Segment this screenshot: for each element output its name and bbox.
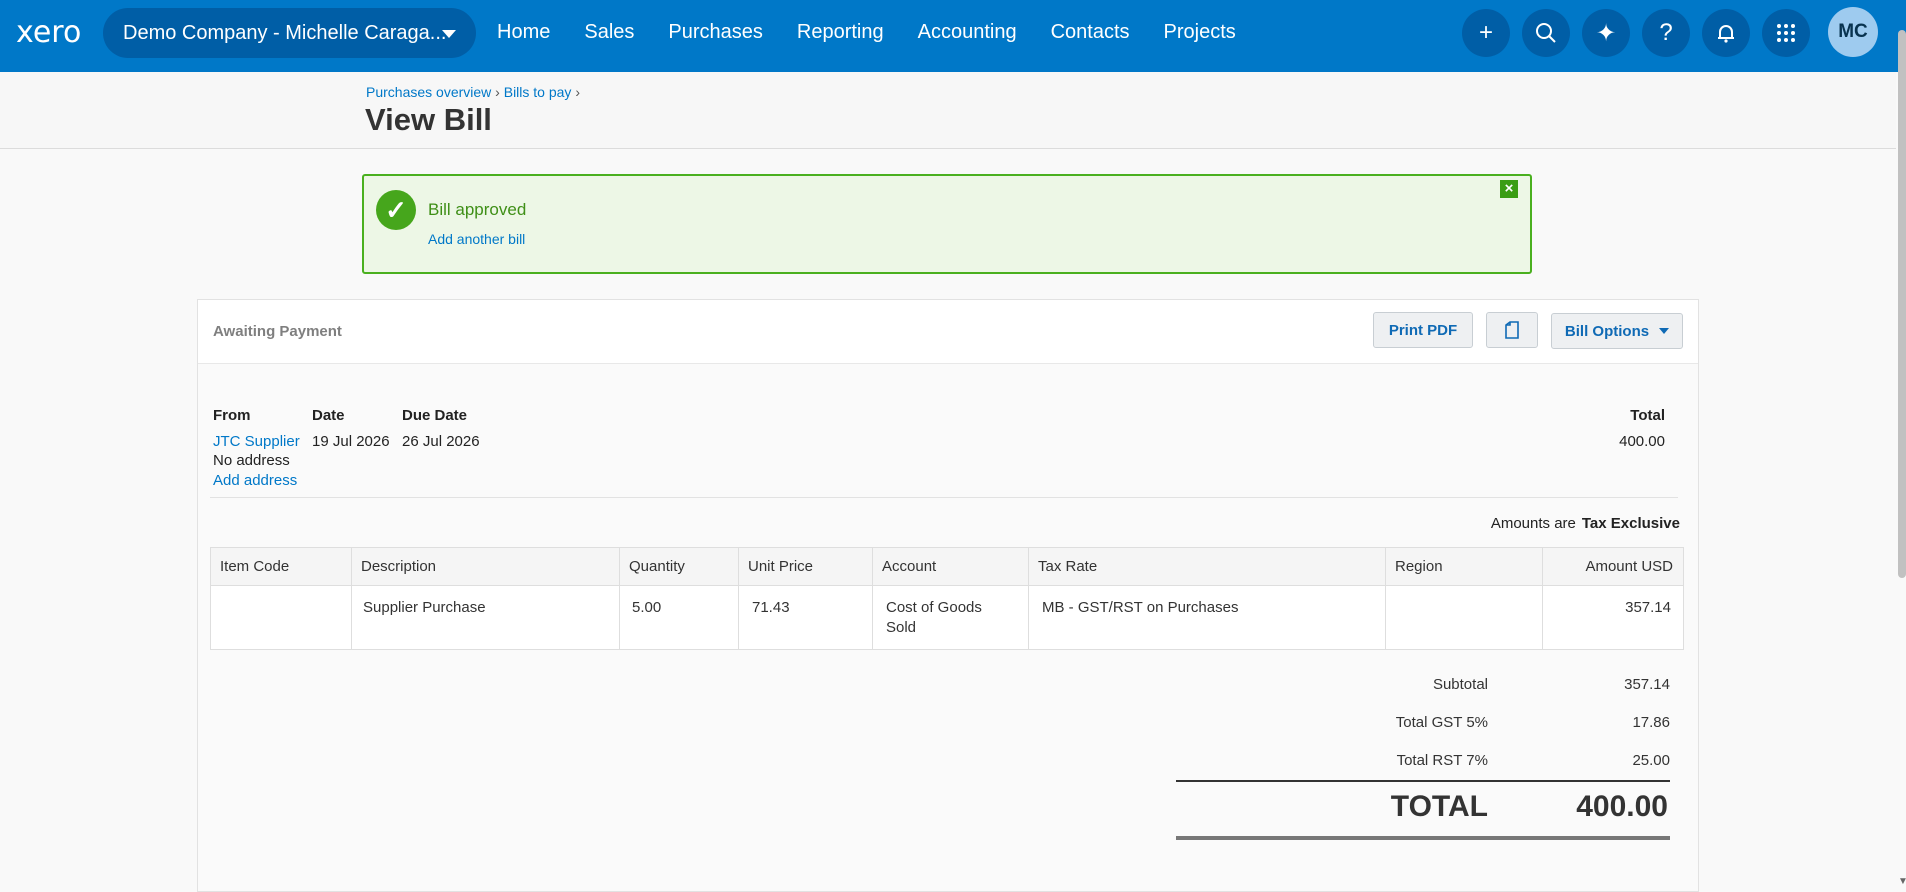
search-icon[interactable] <box>1522 9 1570 57</box>
header-quantity: Quantity <box>629 558 685 575</box>
grand-total-label: TOTAL <box>1390 790 1488 823</box>
rst-label: Total RST 7% <box>1396 752 1488 769</box>
xero-logo[interactable]: xero <box>16 16 81 50</box>
nav-home[interactable]: Home <box>480 0 567 64</box>
status-label: Awaiting Payment <box>213 323 342 340</box>
row-description[interactable]: Supplier Purchase <box>363 598 486 618</box>
bill-options-button[interactable]: Bill Options <box>1551 313 1683 349</box>
page-title: View Bill <box>365 102 492 137</box>
header-description: Description <box>361 558 437 575</box>
chevron-down-icon <box>1659 328 1670 334</box>
amounts-are-label: Amounts are <box>1490 515 1576 532</box>
row-account-line2[interactable]: Sold <box>886 618 916 638</box>
rst-value: 25.00 <box>1632 752 1670 769</box>
nav-contacts[interactable]: Contacts <box>1034 0 1147 64</box>
page-header: Purchases overview › Bills to pay › View… <box>0 72 1896 149</box>
help-icon[interactable]: ? <box>1642 9 1690 57</box>
subtotal-label: Subtotal <box>1432 676 1488 693</box>
sparkle-icon[interactable]: ✦ <box>1582 9 1630 57</box>
subtotal-value: 357.14 <box>1624 676 1670 693</box>
grand-total-underline <box>1176 836 1670 840</box>
bill-total: 400.00 <box>1619 433 1665 450</box>
copy-button[interactable] <box>1486 312 1538 348</box>
checkmark-icon: ✓ <box>376 190 416 230</box>
bill-options-label: Bill Options <box>1564 322 1650 340</box>
print-pdf-button[interactable]: Print PDF <box>1373 312 1473 348</box>
top-navigation: xero Demo Company - Michelle Caraga... H… <box>0 0 1906 72</box>
amounts-are: Amounts are Tax Exclusive <box>1491 515 1680 532</box>
bill-card: Awaiting Payment Print PDF Bill Options … <box>197 299 1699 892</box>
supplier-address: No address <box>213 452 290 469</box>
from-label: From <box>213 407 251 424</box>
header-account: Account <box>882 558 937 575</box>
date-label: Date <box>312 407 345 424</box>
amounts-are-value: Tax Exclusive <box>1581 515 1680 532</box>
copy-icon <box>1505 321 1519 339</box>
row-unit-price[interactable]: 71.43 <box>752 598 790 618</box>
banner-message: Bill approved <box>428 200 527 219</box>
total-label: Total <box>1630 407 1665 424</box>
header-item-code: Item Code <box>220 558 290 575</box>
bill-date: 19 Jul 2026 <box>312 433 390 450</box>
organisation-switcher[interactable]: Demo Company - Michelle Caraga... <box>103 8 476 58</box>
nav-reporting[interactable]: Reporting <box>780 0 901 64</box>
breadcrumb: Purchases overview › Bills to pay › <box>366 84 580 100</box>
add-address-link[interactable]: Add address <box>213 472 297 489</box>
row-tax-rate[interactable]: MB - GST/RST on Purchases <box>1042 598 1238 618</box>
grand-total-value: 400.00 <box>1576 790 1668 823</box>
bill-card-header: Awaiting Payment Print PDF Bill Options <box>198 300 1698 364</box>
row-account-line1[interactable]: Cost of Goods <box>886 598 982 618</box>
close-icon[interactable]: × <box>1500 180 1518 198</box>
bell-icon[interactable] <box>1702 9 1750 57</box>
gst-value: 17.86 <box>1632 714 1670 731</box>
nav-sales[interactable]: Sales <box>567 0 651 64</box>
add-another-bill-link[interactable]: Add another bill <box>428 231 525 247</box>
user-avatar[interactable]: MC <box>1828 7 1878 57</box>
header-tax-rate: Tax Rate <box>1038 558 1098 575</box>
row-amount: 357.14 <box>1625 599 1671 616</box>
line-items-table: Item Code Description Quantity Unit Pric… <box>210 547 1684 650</box>
row-quantity[interactable]: 5.00 <box>632 598 661 618</box>
supplier-link[interactable]: JTC Supplier <box>213 433 300 450</box>
header-unit-price: Unit Price <box>748 558 814 575</box>
bill-due-date: 26 Jul 2026 <box>402 433 480 450</box>
gst-label: Total GST 5% <box>1395 714 1488 731</box>
nav-accounting[interactable]: Accounting <box>901 0 1034 64</box>
scroll-down-arrow-icon[interactable]: ▼ <box>1898 876 1906 887</box>
apps-grid-icon[interactable] <box>1762 9 1810 57</box>
scrollbar-thumb[interactable] <box>1898 30 1906 578</box>
breadcrumb-bills-to-pay[interactable]: Bills to pay <box>504 84 572 100</box>
breadcrumb-separator: › <box>575 84 580 100</box>
success-banner: ✓ Bill approved Add another bill × <box>362 174 1532 274</box>
plus-icon[interactable]: + <box>1462 9 1510 57</box>
nav-icon-group: + ✦ ? <box>1462 9 1810 57</box>
organisation-name: Demo Company - Michelle Caraga... <box>123 22 447 44</box>
main-menu: Home Sales Purchases Reporting Accountin… <box>480 0 1253 64</box>
header-region: Region <box>1395 558 1443 575</box>
due-date-label: Due Date <box>402 407 468 424</box>
divider <box>210 497 1678 498</box>
nav-purchases[interactable]: Purchases <box>651 0 780 64</box>
breadcrumb-purchases-overview[interactable]: Purchases overview <box>366 84 491 100</box>
totals-divider <box>1176 780 1670 782</box>
nav-projects[interactable]: Projects <box>1147 0 1253 64</box>
header-amount: Amount USD <box>1585 558 1673 575</box>
chevron-down-icon <box>442 30 456 38</box>
breadcrumb-separator: › <box>495 84 500 100</box>
